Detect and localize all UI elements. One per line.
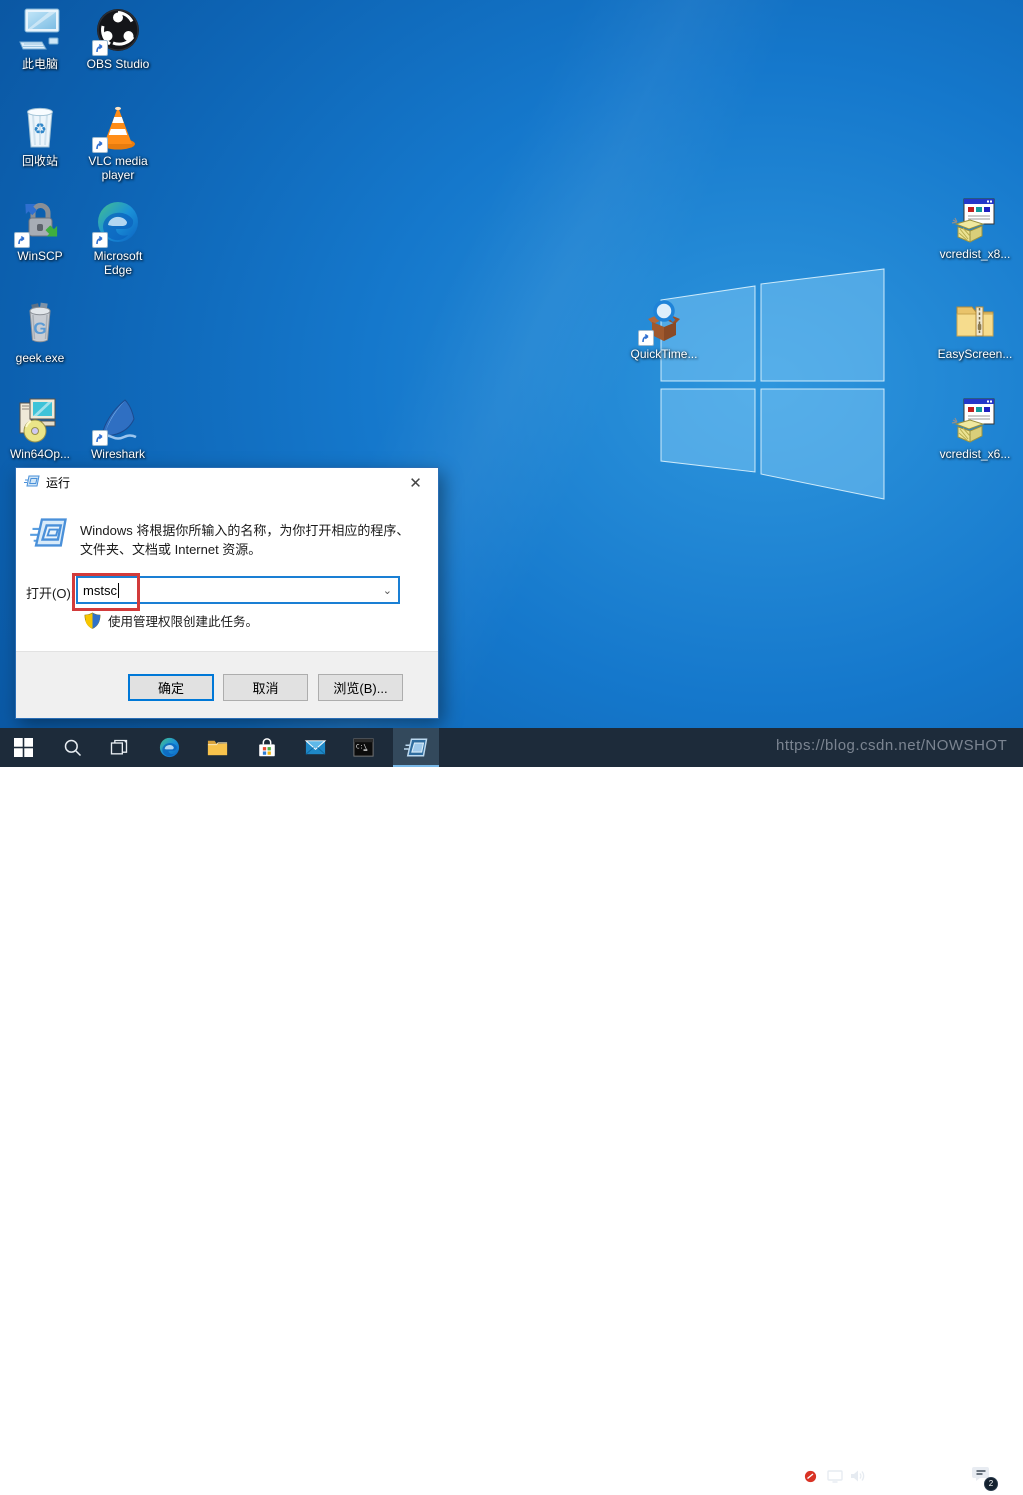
run-dialog-icon (24, 474, 40, 491)
microsoft-store-icon (256, 737, 278, 759)
tray-recording-icon[interactable] (804, 1470, 817, 1488)
svg-text:G: G (33, 319, 46, 338)
open-label: 打开(O): (26, 583, 74, 602)
obs-icon (94, 6, 142, 54)
desktop-icon-winscp[interactable]: WinSCP (1, 198, 79, 263)
tray-ime-indicator[interactable]: 英 (870, 1467, 883, 1486)
shortcut-arrow-icon (638, 330, 654, 346)
winscp-lock-icon (16, 198, 64, 246)
notification-count-badge: 2 (984, 1477, 998, 1491)
desktop-icon-wireshark[interactable]: Wireshark (79, 396, 157, 461)
svg-text:C:\: C:\ (355, 743, 366, 750)
desktop-icon-label: geek.exe (1, 351, 79, 365)
computer-icon (16, 6, 64, 54)
shortcut-arrow-icon (92, 137, 108, 153)
tray-time: 14:17 (896, 1461, 960, 1476)
svg-text:♻: ♻ (33, 121, 46, 138)
vcredist-installer-icon (951, 396, 999, 444)
vlc-cone-icon (94, 103, 142, 151)
run-dialog-title: 运行 (46, 474, 70, 491)
desktop-icon-quicktime[interactable]: QuickTime... (624, 296, 704, 361)
cancel-button[interactable]: 取消 (223, 674, 308, 701)
command-prompt-icon: C:\ (352, 736, 375, 759)
desktop-icon-recycle-bin[interactable]: ♻ 回收站 (1, 103, 79, 168)
admin-note-row: 使用管理权限创建此任务。 (84, 611, 258, 630)
tray-volume-icon[interactable] (850, 1469, 866, 1488)
start-button[interactable] (0, 728, 46, 767)
desktop-icon-label: vcredist_x8... (936, 247, 1014, 261)
run-command-combobox[interactable]: mstsc ⌄ (76, 576, 400, 604)
desktop-icon-geek[interactable]: G geek.exe (1, 300, 79, 365)
wireshark-fin-icon (94, 396, 142, 444)
taskbar-file-explorer-button[interactable] (194, 728, 240, 767)
taskbar-edge-button[interactable] (146, 728, 192, 767)
file-explorer-icon (206, 736, 229, 759)
desktop-icon-vlc[interactable]: VLC media player (79, 103, 157, 182)
recycle-bin-icon: ♻ (16, 103, 64, 151)
desktop-icon-win64op[interactable]: Win64Op... (1, 396, 79, 461)
tray-date: 2020/9/13 (896, 1476, 960, 1491)
desktop-icon-label: OBS Studio (79, 57, 157, 71)
desktop-icon-label: EasyScreen... (936, 347, 1014, 361)
taskbar-search-button[interactable] (50, 728, 96, 767)
edge-icon (94, 198, 142, 246)
mail-icon (304, 736, 327, 759)
quicktime-box-icon (640, 296, 688, 344)
run-window-icon (404, 737, 428, 758)
desktop-icon-vcredist-x6[interactable]: vcredist_x6... (936, 396, 1014, 461)
shortcut-arrow-icon (92, 430, 108, 446)
search-icon (63, 738, 83, 758)
tray-clock[interactable]: 14:17 2020/9/13 (896, 1461, 960, 1491)
vcredist-installer-icon (951, 196, 999, 244)
show-desktop-button[interactable] (1015, 1456, 1023, 1495)
run-dialog-description: Windows 将根据你所输入的名称，为你打开相应的程序、 文件夹、文档或 In… (80, 521, 430, 559)
desktop-icon-vcredist-x8[interactable]: vcredist_x8... (936, 196, 1014, 261)
run-icon (30, 516, 68, 552)
desktop-icon-edge[interactable]: Microsoft Edge (79, 198, 157, 277)
browse-button[interactable]: 浏览(B)... (318, 674, 403, 701)
desktop-icon-label: Wireshark (79, 447, 157, 461)
taskbar-command-prompt-button[interactable]: C:\ (340, 728, 386, 767)
desktop-icon-this-pc[interactable]: 此电脑 (1, 6, 79, 71)
desktop-icon-easyscreen[interactable]: EasyScreen... (936, 296, 1014, 361)
zipped-folder-icon (951, 296, 999, 344)
desktop-icon-label: VLC media player (79, 154, 157, 182)
desktop-icon-obs-studio[interactable]: OBS Studio (79, 6, 157, 71)
task-view-button[interactable] (96, 728, 142, 767)
run-dialog: 运行 ✕ Windows 将根据你所输入的名称，为你打开相应的程序、 文件夹、文… (15, 467, 439, 719)
uac-shield-icon (84, 612, 101, 629)
desktop-icon-label: Microsoft Edge (79, 249, 157, 277)
ok-button[interactable]: 确定 (128, 674, 214, 701)
taskbar: C:\ 英 14:17 2020/9/13 2 (0, 728, 1023, 767)
run-dialog-footer: 确定 取消 浏览(B)... (16, 651, 438, 718)
desktop-icon-label: 此电脑 (1, 57, 79, 71)
shortcut-arrow-icon (92, 232, 108, 248)
tray-display-icon[interactable] (827, 1470, 843, 1488)
desktop-icon-label: 回收站 (1, 154, 79, 168)
desktop-icon-label: Win64Op... (1, 447, 79, 461)
admin-note-text: 使用管理权限创建此任务。 (108, 611, 258, 630)
run-command-value: mstsc (83, 583, 117, 598)
task-view-icon (109, 738, 129, 758)
edge-icon (158, 736, 181, 759)
run-dialog-titlebar[interactable]: 运行 (16, 468, 438, 497)
taskbar-store-button[interactable] (244, 728, 290, 767)
taskbar-run-button-active[interactable] (393, 728, 439, 767)
windows-start-icon (14, 738, 33, 757)
desktop-icon-label: WinSCP (1, 249, 79, 263)
shortcut-arrow-icon (14, 232, 30, 248)
text-caret (118, 583, 119, 598)
taskbar-mail-button[interactable] (292, 728, 338, 767)
installer-computer-icon (16, 396, 64, 444)
close-icon[interactable]: ✕ (393, 468, 438, 497)
desktop-icon-label: QuickTime... (624, 347, 704, 361)
shortcut-arrow-icon (92, 40, 108, 56)
geek-uninstaller-icon: G (16, 300, 64, 348)
chevron-down-icon[interactable]: ⌄ (383, 584, 392, 597)
desktop-icon-label: vcredist_x6... (936, 447, 1014, 461)
